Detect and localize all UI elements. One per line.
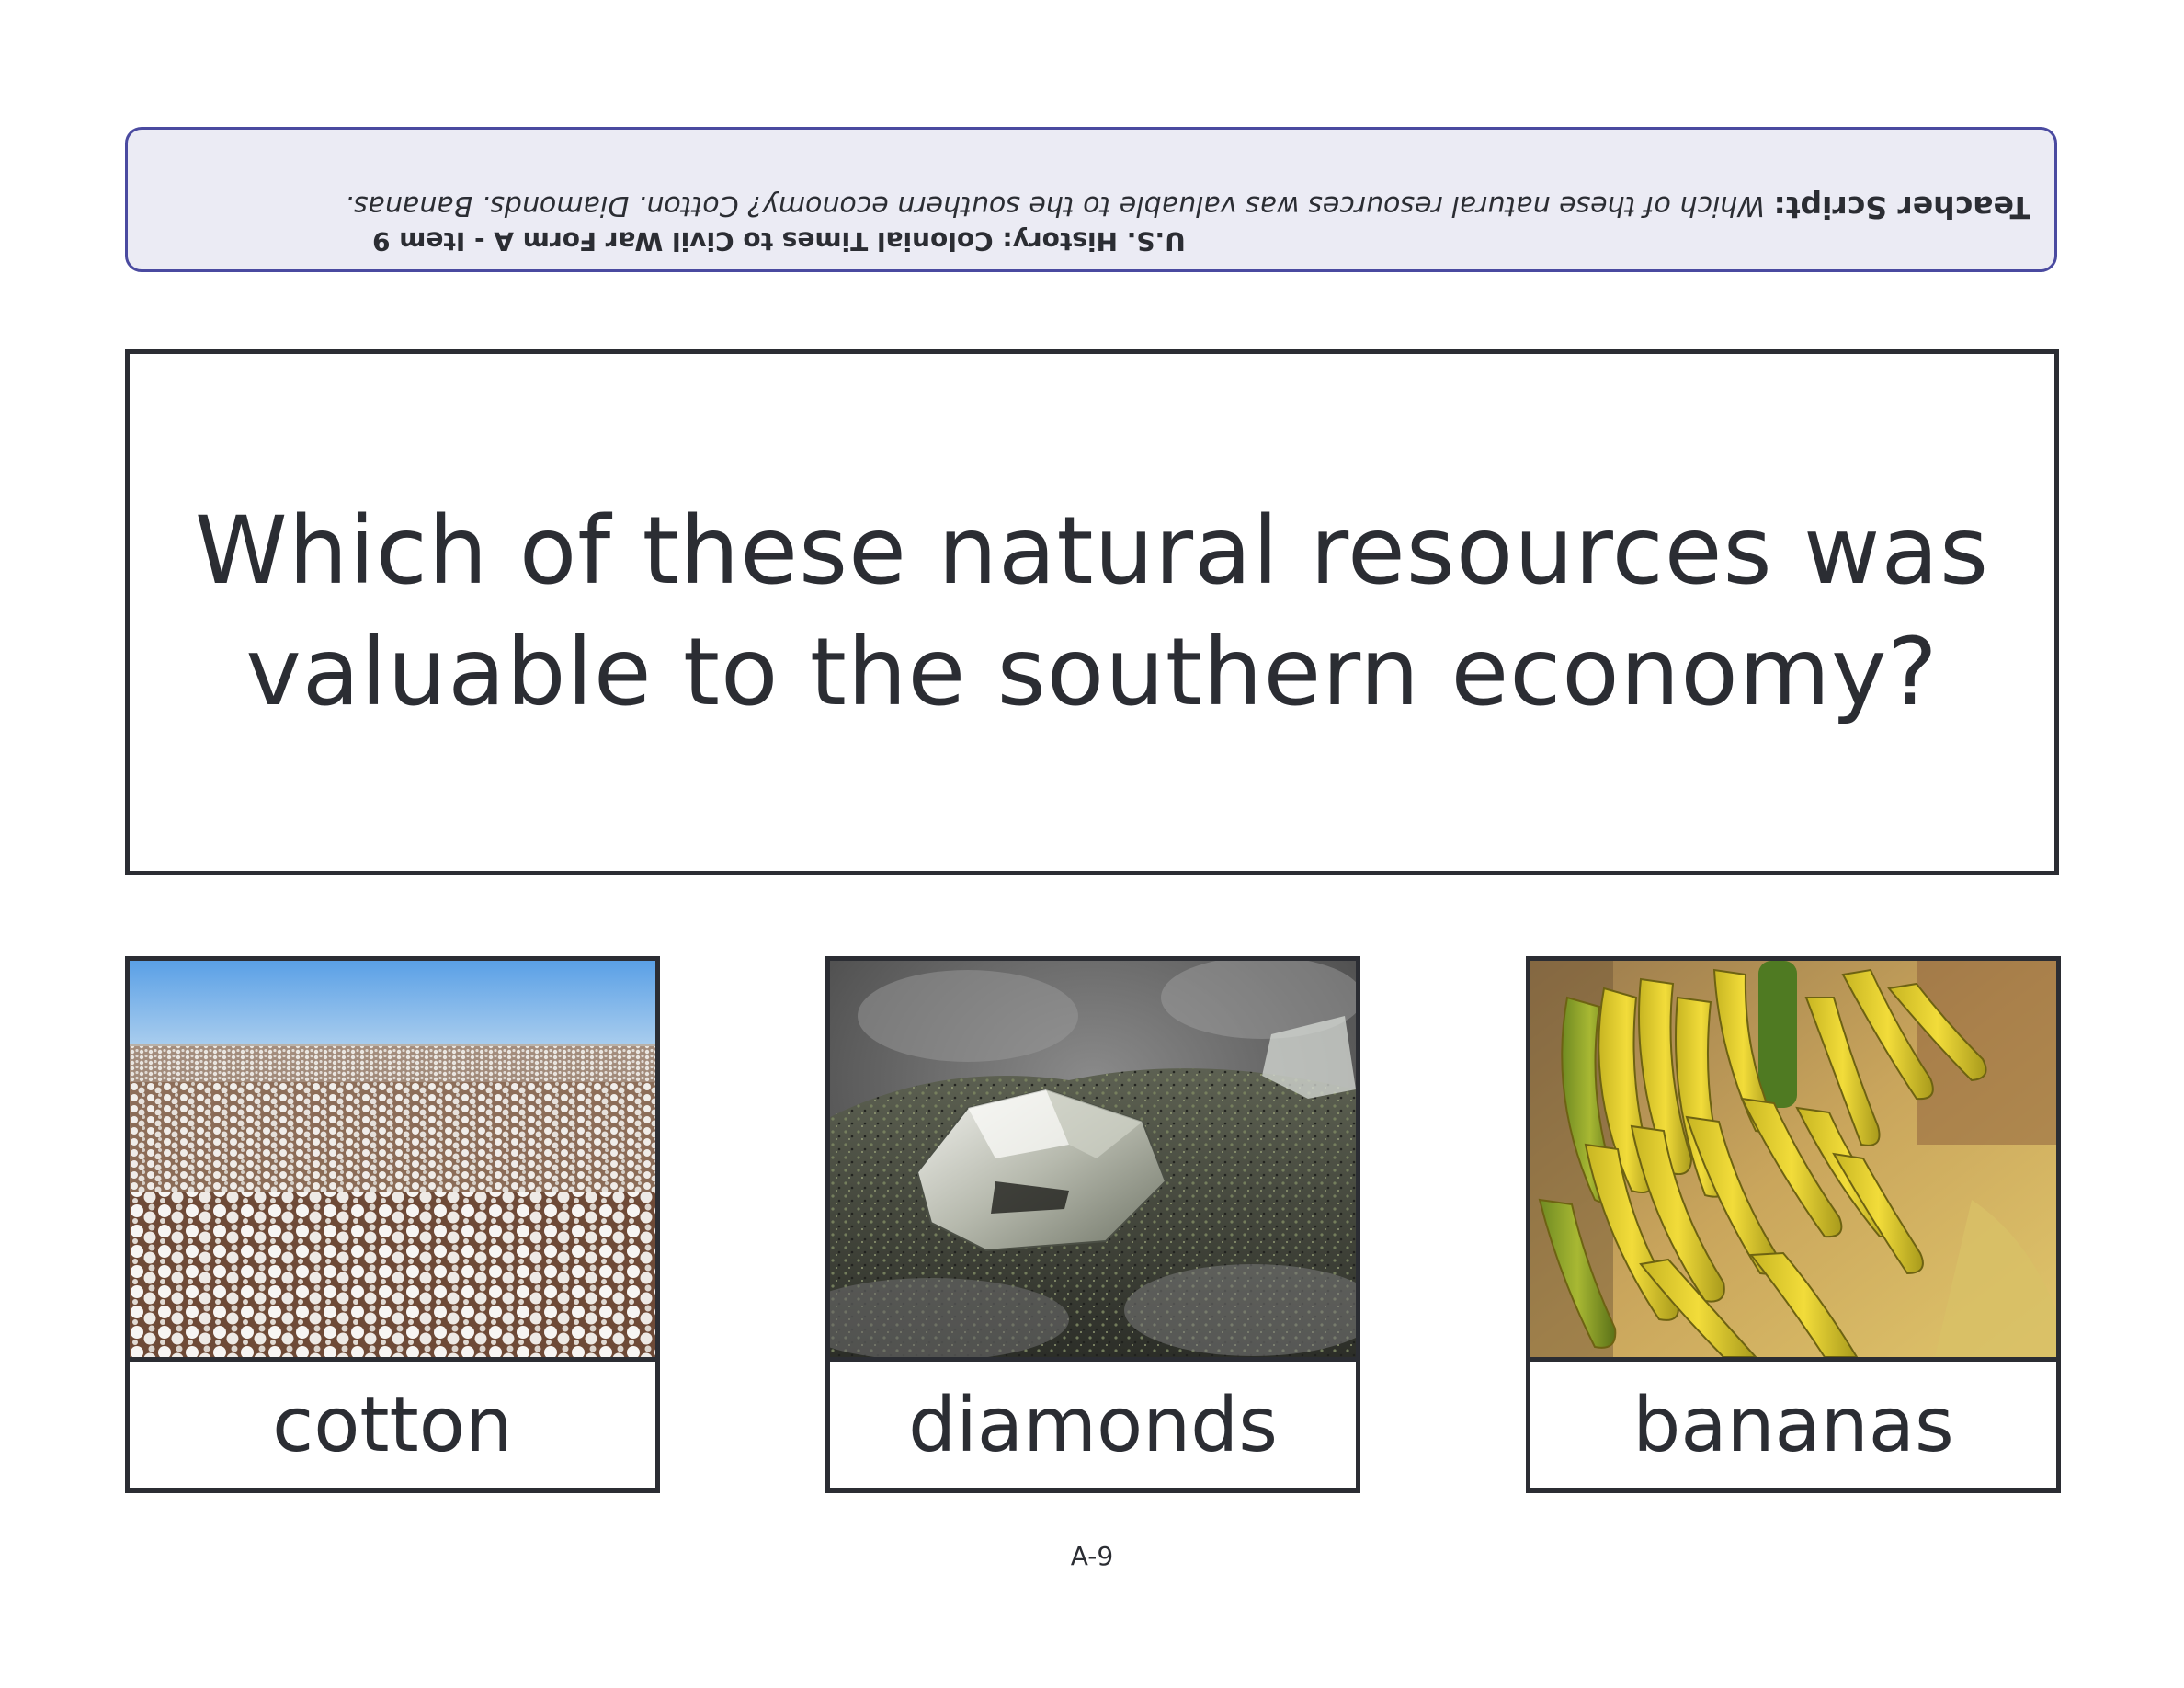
answer-label-bananas: bananas: [1632, 1381, 1954, 1469]
question-text: Which of these natural resources was val…: [194, 496, 1990, 727]
teacher-script-label: Teacher Script:: [1773, 189, 2031, 225]
teacher-script-rotated: U.S. History: Colonial Times to Civil Wa…: [128, 130, 2054, 269]
question-box: Which of these natural resources was val…: [125, 349, 2059, 875]
cotton-field-image: [130, 961, 655, 1362]
page-number: A-9: [1070, 1541, 1114, 1571]
teacher-script-line: Teacher Script: Which of these natural r…: [152, 187, 2030, 225]
answer-label-cotton: cotton: [272, 1381, 513, 1469]
rough-diamond-image: [830, 961, 1356, 1362]
answer-label-diamonds: diamonds: [908, 1381, 1278, 1469]
teacher-script-text: Which of these natural resources was val…: [345, 189, 1765, 222]
teacher-script-banner: U.S. History: Colonial Times to Civil Wa…: [125, 127, 2057, 272]
answer-card-cotton[interactable]: cotton: [125, 956, 660, 1493]
answer-card-diamonds[interactable]: diamonds: [825, 956, 1360, 1493]
form-item-label: U.S. History: Colonial Times to Civil Wa…: [372, 226, 1186, 257]
banana-bunch-image: [1530, 961, 2056, 1362]
answer-card-bananas[interactable]: bananas: [1526, 956, 2061, 1493]
